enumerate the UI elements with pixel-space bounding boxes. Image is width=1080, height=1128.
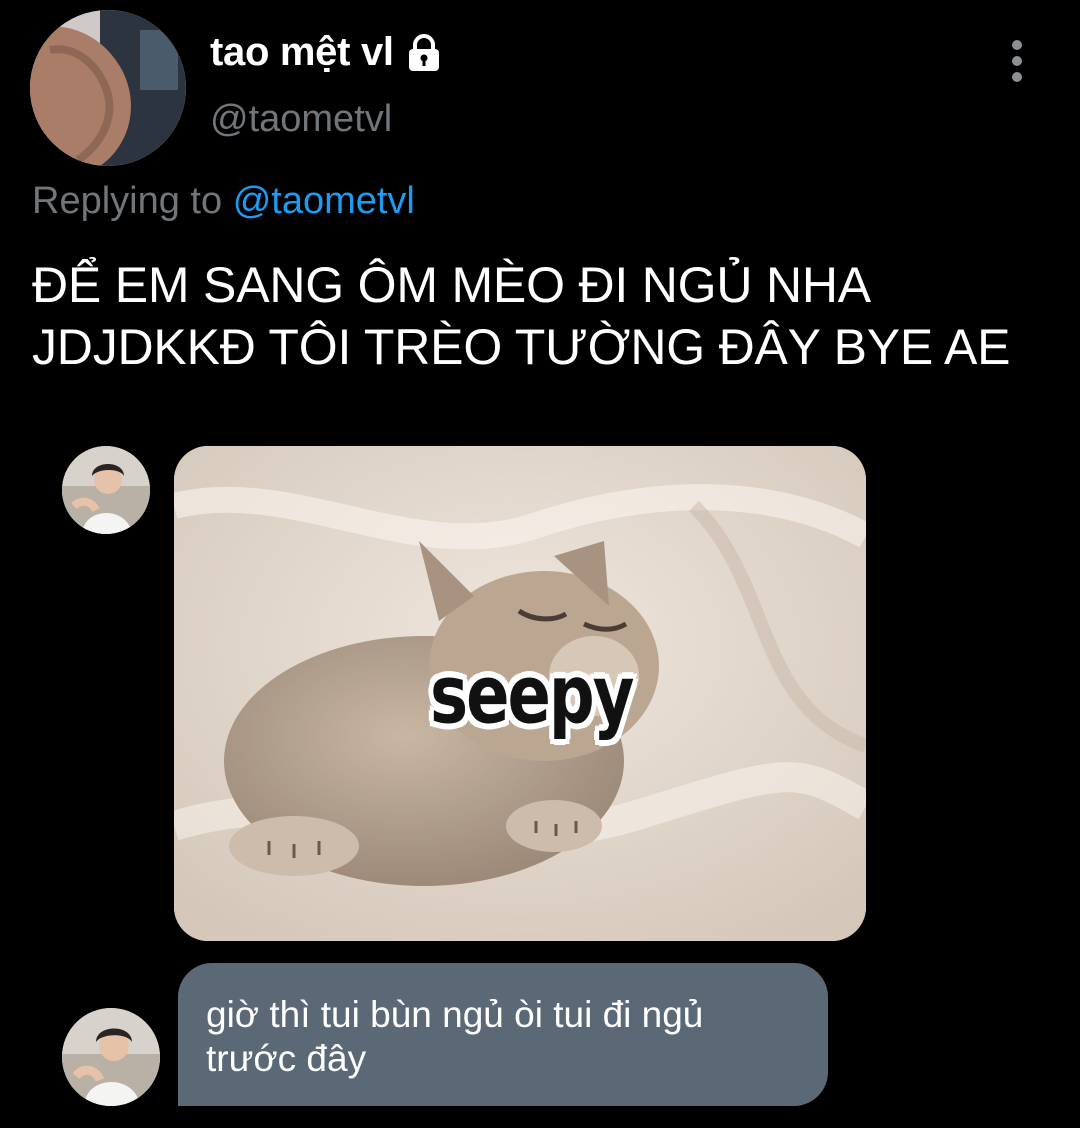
sticker-image[interactable]: seepy <box>174 446 866 941</box>
message-text: giờ thì tui bùn ngủ òi tui đi ngủ trước … <box>206 994 704 1079</box>
chat-avatar <box>62 446 150 534</box>
chat-avatar-2 <box>62 1008 160 1106</box>
replying-prefix: Replying to <box>32 180 223 222</box>
author-display-name[interactable]: tao mệt vl <box>210 30 444 75</box>
lock-icon <box>404 33 444 73</box>
more-options-button[interactable] <box>1000 38 1034 84</box>
reply-target-link[interactable]: @taometvl <box>233 180 415 222</box>
sticker-caption: seepy <box>430 649 634 743</box>
tweet-text: ĐỂ EM SANG ÔM MÈO ĐI NGỦ NHA JDJDKKĐ TÔI… <box>32 257 1011 375</box>
person-avatar-icon <box>62 446 150 534</box>
more-vertical-icon <box>1012 40 1022 82</box>
person-avatar-icon <box>62 1008 160 1106</box>
author-name-text: tao mệt vl <box>210 30 394 74</box>
avatar-image-icon <box>30 10 186 166</box>
message-bubble[interactable]: giờ thì tui bùn ngủ òi tui đi ngủ trước … <box>178 963 828 1106</box>
replying-to-line: Replying to @taometvl <box>32 180 415 223</box>
author-avatar[interactable] <box>30 10 186 166</box>
author-handle[interactable]: @taometvl <box>210 98 392 141</box>
